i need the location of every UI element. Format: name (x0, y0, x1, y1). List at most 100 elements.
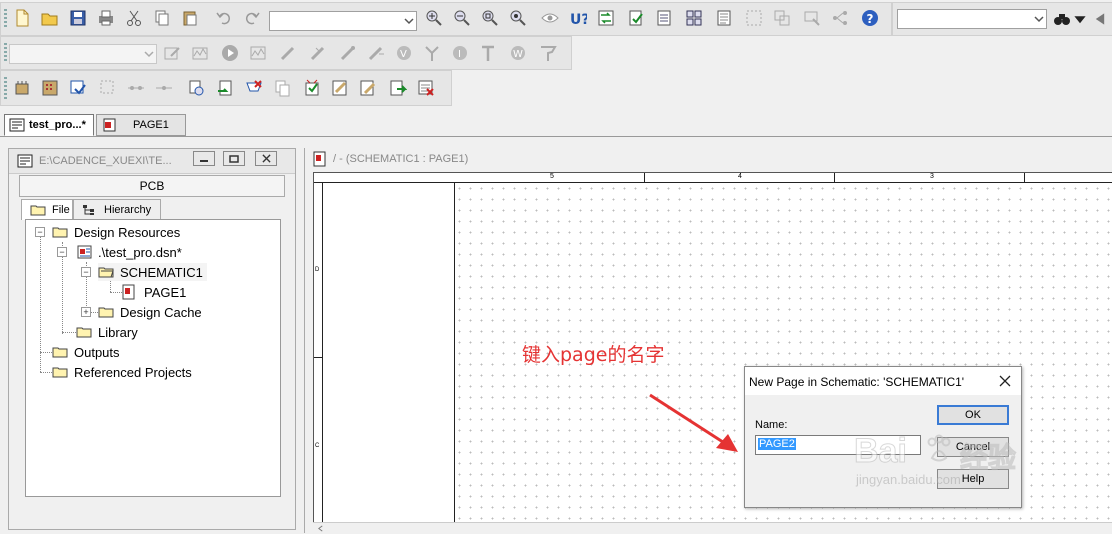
expand-toggle[interactable]: + (81, 307, 91, 317)
part-props-icon[interactable] (771, 7, 793, 29)
tree-page1[interactable]: PAGE1 (122, 283, 186, 301)
tree-library[interactable]: Library (76, 323, 138, 341)
part-update-icon[interactable] (801, 7, 823, 29)
tree-schematic[interactable]: SCHEMATIC1 (98, 263, 207, 281)
place-junction-icon[interactable] (125, 77, 147, 99)
sim-results-icon[interactable] (247, 42, 269, 64)
place-power-icon[interactable] (215, 77, 237, 99)
annotate-icon[interactable] (595, 7, 617, 29)
minimize-button[interactable] (193, 151, 215, 166)
netlist-icon[interactable] (683, 7, 705, 29)
place-gnd-icon[interactable] (243, 77, 265, 99)
zoom-out-icon[interactable] (451, 7, 473, 29)
ok-button[interactable]: OK (937, 405, 1009, 425)
hierarchy-icon[interactable] (829, 7, 851, 29)
probe-diff-icon[interactable] (337, 42, 359, 64)
toolbar-grip[interactable] (4, 43, 7, 63)
zoom-all-icon[interactable] (507, 7, 529, 29)
cancel-button[interactable]: Cancel (937, 437, 1009, 457)
tree-design-cache[interactable]: Design Cache (98, 303, 202, 321)
restore-button[interactable] (223, 151, 245, 166)
u-help-icon[interactable]: U? (567, 7, 589, 29)
redo-icon[interactable] (241, 7, 263, 29)
cross-ref-icon[interactable] (713, 7, 735, 29)
place-netalias-icon[interactable] (185, 77, 207, 99)
sim-profile-icon[interactable] (189, 42, 211, 64)
new-file-icon[interactable] (11, 7, 33, 29)
zoom-in-icon[interactable] (423, 7, 445, 29)
place-text-icon[interactable] (329, 77, 351, 99)
place-pin-icon[interactable] (301, 77, 323, 99)
probe-voltage-icon[interactable] (277, 42, 299, 64)
ruler-top (314, 173, 1112, 183)
place-check-icon[interactable] (357, 77, 379, 99)
frame-inner-border (454, 182, 455, 522)
save-icon[interactable] (67, 7, 89, 29)
chevron-down-icon (1034, 16, 1044, 23)
tab-hierarchy[interactable]: Hierarchy (73, 199, 161, 220)
place-bus-icon[interactable] (97, 77, 119, 99)
view-eye-icon[interactable] (539, 7, 561, 29)
undo-icon[interactable] (213, 7, 235, 29)
cut-icon[interactable] (123, 7, 145, 29)
print-icon[interactable] (95, 7, 117, 29)
tab-project[interactable]: test_pro...* (4, 114, 94, 136)
svg-text:W: W (513, 49, 523, 60)
probe-t-marker-icon[interactable] (421, 42, 443, 64)
tree-referenced-projects[interactable]: Referenced Projects (52, 363, 192, 381)
place-wire-icon[interactable] (39, 77, 61, 99)
tab-page1[interactable]: PAGE1 (96, 114, 186, 136)
restore-icon (229, 154, 239, 163)
toolbar-grip[interactable] (4, 77, 7, 99)
scroll-left-icon[interactable] (1093, 8, 1107, 30)
tab-file[interactable]: File (21, 199, 73, 220)
probe-flag-icon[interactable] (477, 42, 499, 64)
collapse-toggle[interactable]: − (81, 267, 91, 277)
tab-page1-label: PAGE1 (133, 119, 169, 131)
collapse-toggle[interactable]: − (57, 247, 67, 257)
main-toolbar: U? ? (0, 2, 892, 36)
drc-icon[interactable] (625, 7, 647, 29)
probe-power-icon[interactable] (365, 42, 387, 64)
probe-current-icon[interactable] (307, 42, 329, 64)
sim-profile-combo[interactable] (9, 44, 157, 64)
name-input-value: PAGE2 (758, 438, 796, 450)
probe-i-icon[interactable]: I (449, 42, 471, 64)
close-icon[interactable] (999, 375, 1011, 387)
paste-icon[interactable] (179, 7, 201, 29)
collapse-toggle[interactable]: − (35, 227, 45, 237)
place-export-icon[interactable] (387, 77, 409, 99)
place-bus-entry-icon[interactable] (153, 77, 175, 99)
probe-w-icon[interactable]: W (507, 42, 529, 64)
part-combo[interactable] (269, 11, 417, 31)
place-part-icon[interactable] (11, 77, 33, 99)
place-net-icon[interactable] (67, 77, 89, 99)
name-input[interactable]: PAGE2 (755, 435, 921, 455)
sim-edit-icon[interactable] (161, 42, 183, 64)
dropdown-arrow-icon[interactable] (1073, 8, 1087, 30)
sim-run-icon[interactable] (219, 42, 241, 64)
open-folder-icon[interactable] (39, 7, 61, 29)
binoculars-icon[interactable] (1051, 8, 1073, 30)
help-circle-icon[interactable]: ? (859, 7, 881, 29)
tree-outputs-label: Outputs (74, 344, 120, 360)
horizontal-scrollbar[interactable] (313, 522, 1112, 534)
bom-icon[interactable] (653, 7, 675, 29)
part-grid-icon[interactable] (743, 7, 765, 29)
probe-v-icon[interactable]: V (393, 42, 415, 64)
design-file-icon (77, 245, 92, 259)
help-button[interactable]: Help (937, 469, 1009, 489)
tree-dsn-file[interactable]: .\test_pro.dsn* (76, 243, 182, 261)
copy-icon[interactable] (151, 7, 173, 29)
search-combo[interactable] (897, 9, 1047, 29)
place-delete-icon[interactable] (415, 77, 437, 99)
tree-design-resources[interactable]: Design Resources (52, 223, 180, 241)
probe-marker-icon[interactable] (537, 42, 559, 64)
tree-outputs[interactable]: Outputs (52, 343, 120, 361)
close-button[interactable] (255, 151, 277, 166)
scroll-left-icon[interactable] (317, 525, 324, 532)
zoom-area-icon[interactable] (479, 7, 501, 29)
place-offpage-icon[interactable] (271, 77, 293, 99)
place-toolbar (0, 70, 452, 106)
toolbar-grip[interactable] (4, 9, 7, 29)
